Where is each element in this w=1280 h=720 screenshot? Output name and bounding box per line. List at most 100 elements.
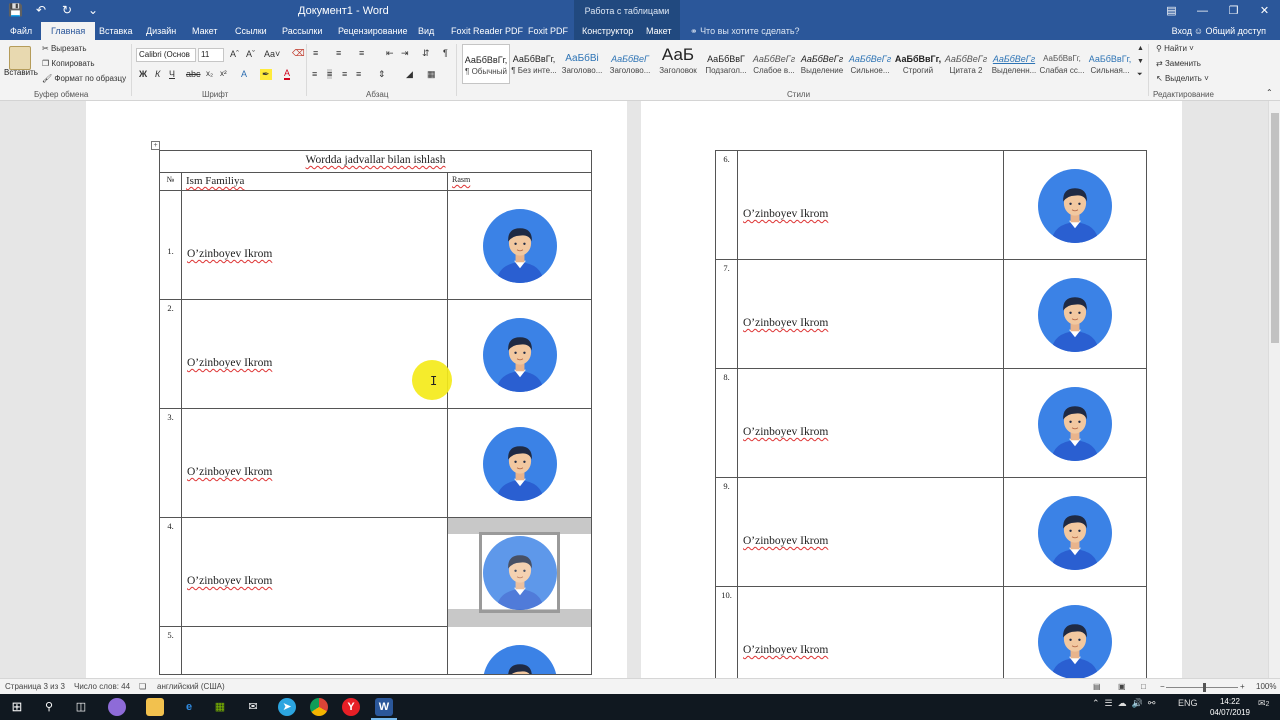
tab-table-layout[interactable]: Макет bbox=[634, 22, 680, 40]
name-cell[interactable]: O’zinboyev Ikrom bbox=[181, 299, 448, 409]
file-explorer-icon[interactable] bbox=[146, 698, 164, 716]
borders-icon[interactable]: ▦ bbox=[427, 69, 436, 80]
vertical-scrollbar[interactable] bbox=[1268, 101, 1280, 678]
font-size-select[interactable]: 11 bbox=[198, 48, 224, 62]
name-cell[interactable]: O’zinboyev Ikrom bbox=[737, 368, 1004, 478]
name-cell[interactable]: O’zinboyev Ikrom bbox=[181, 408, 448, 518]
style-option[interactable]: АаБбВеГг Цитата 2 bbox=[942, 44, 990, 84]
avatar-picture[interactable] bbox=[1038, 278, 1112, 352]
bullets-icon[interactable]: ≡ bbox=[313, 48, 318, 58]
style-option[interactable]: АаБбВеГ Заголово... bbox=[606, 44, 654, 84]
style-option[interactable]: АаБбВі Заголово... bbox=[558, 44, 606, 84]
chrome-icon[interactable] bbox=[310, 698, 328, 716]
row-number-cell[interactable]: 3. bbox=[159, 408, 182, 518]
tab-file[interactable]: Файл bbox=[10, 22, 32, 40]
justify-icon[interactable]: ≡ bbox=[356, 69, 361, 79]
app-icon[interactable] bbox=[108, 698, 126, 716]
redo-icon[interactable]: ↻ bbox=[60, 3, 74, 17]
avatar-picture[interactable] bbox=[1038, 496, 1112, 570]
select-button[interactable]: ↖ Выделить ˅ bbox=[1156, 74, 1209, 83]
style-option[interactable]: АаБбВвГ Подзагол... bbox=[702, 44, 750, 84]
photo-cell[interactable] bbox=[1003, 477, 1147, 587]
header-name[interactable]: Ism Familiya bbox=[181, 172, 448, 191]
text-effects-icon[interactable]: A bbox=[241, 69, 247, 79]
photo-cell[interactable] bbox=[1003, 259, 1147, 369]
photo-cell[interactable] bbox=[446, 190, 593, 300]
tab-mailings[interactable]: Рассылки bbox=[282, 22, 322, 40]
zoom-out-icon[interactable]: − bbox=[1160, 682, 1165, 691]
style-option[interactable]: АаБбВвГг, Строгий bbox=[894, 44, 942, 84]
paste-icon[interactable] bbox=[9, 46, 31, 70]
store-icon[interactable]: ▦ bbox=[211, 698, 229, 716]
table-move-handle-icon[interactable]: + bbox=[151, 141, 160, 150]
subscript-icon[interactable]: x₂ bbox=[206, 69, 213, 78]
close-button[interactable]: ✕ bbox=[1249, 0, 1280, 22]
name-cell[interactable]: O’zinboyev Ikrom bbox=[737, 259, 1004, 369]
avatar-picture[interactable] bbox=[483, 645, 557, 674]
sort-icon[interactable]: ⇵ bbox=[422, 48, 430, 59]
avatar-picture[interactable] bbox=[483, 209, 557, 283]
tab-insert[interactable]: Вставка bbox=[99, 22, 132, 40]
increase-indent-icon[interactable]: ⇥ bbox=[401, 48, 409, 59]
edge-icon[interactable]: e bbox=[180, 698, 198, 716]
sign-in-link[interactable]: Вход bbox=[1172, 22, 1192, 40]
superscript-icon[interactable]: x² bbox=[220, 69, 227, 78]
system-tray-icons[interactable]: ⌃ ☰ ☁ 🔊 ⚯ bbox=[1092, 698, 1155, 709]
row-number-cell[interactable]: 10. bbox=[715, 586, 738, 678]
share-button[interactable]: ☺ Общий доступ bbox=[1194, 22, 1266, 40]
style-option[interactable]: АаБбВвГг, ¶ Обычный bbox=[462, 44, 510, 84]
tab-table-design[interactable]: Конструктор bbox=[574, 22, 634, 40]
font-color-icon[interactable]: A bbox=[284, 69, 291, 80]
minimize-button[interactable]: — bbox=[1187, 0, 1218, 22]
word-count[interactable]: Число слов: 44 bbox=[74, 682, 130, 691]
copy-button[interactable]: ❐ Копировать bbox=[42, 59, 94, 68]
mail-icon[interactable]: ✉ bbox=[244, 698, 262, 716]
row-number-cell[interactable]: 9. bbox=[715, 477, 738, 587]
name-cell[interactable]: O’zinboyev Ikrom bbox=[737, 586, 1004, 678]
cut-button[interactable]: ✂ Вырезать bbox=[42, 44, 87, 53]
photo-cell[interactable] bbox=[446, 408, 593, 518]
bold-icon[interactable]: Ж bbox=[139, 69, 147, 79]
change-case-icon[interactable]: Aa˅ bbox=[264, 49, 280, 59]
style-option[interactable]: АаБбВеГг Сильное... bbox=[846, 44, 894, 84]
windows-start-icon[interactable]: ⊞ bbox=[8, 698, 26, 716]
name-cell[interactable] bbox=[181, 626, 448, 675]
row-number-cell[interactable]: 7. bbox=[715, 259, 738, 369]
clear-formatting-icon[interactable]: ⌫ bbox=[292, 48, 305, 59]
page-count[interactable]: Страница 3 из 3 bbox=[5, 682, 65, 691]
font-name-select[interactable]: Calibri (Основ bbox=[136, 48, 196, 62]
search-icon[interactable]: ⚲ bbox=[40, 698, 58, 716]
photo-cell[interactable] bbox=[1003, 368, 1147, 478]
photo-cell[interactable] bbox=[446, 299, 593, 409]
style-option[interactable]: АаБбВвГг, ¶ Без инте... bbox=[510, 44, 558, 84]
name-cell[interactable]: O’zinboyev Ikrom bbox=[181, 517, 448, 627]
find-button[interactable]: ⚲ Найти ˅ bbox=[1156, 44, 1194, 53]
photo-cell[interactable] bbox=[1003, 150, 1147, 260]
style-option[interactable]: АаБбВеГг Слабое в... bbox=[750, 44, 798, 84]
avatar-picture[interactable] bbox=[1038, 605, 1112, 678]
tab-layout[interactable]: Макет bbox=[192, 22, 217, 40]
row-number-cell[interactable]: 4. bbox=[159, 517, 182, 627]
header-num[interactable]: № bbox=[159, 172, 182, 191]
web-layout-icon[interactable]: □ bbox=[1141, 682, 1146, 691]
avatar-picture[interactable] bbox=[483, 536, 557, 610]
collapse-ribbon-icon[interactable]: ⌃ bbox=[1266, 88, 1273, 97]
format-painter-button[interactable]: 🖌 Формат по образцу bbox=[42, 74, 126, 83]
tab-foxit-reader[interactable]: Foxit Reader PDF bbox=[451, 22, 523, 40]
row-number-cell[interactable]: 2. bbox=[159, 299, 182, 409]
read-mode-icon[interactable]: ▤ bbox=[1093, 682, 1101, 691]
pilcrow-icon[interactable]: ¶ bbox=[443, 48, 448, 58]
style-option[interactable]: АаБбВвГг, Сильная... bbox=[1086, 44, 1134, 84]
align-left-icon[interactable]: ≡ bbox=[312, 69, 317, 79]
gallery-scroll-down-icon[interactable]: ▼ bbox=[1137, 58, 1144, 65]
word-app-icon[interactable]: W bbox=[375, 698, 393, 716]
system-clock[interactable]: 14:22 04/07/2019 bbox=[1210, 696, 1250, 718]
tell-me-search[interactable]: ⚭ Что вы хотите сделать? bbox=[690, 22, 800, 40]
ribbon-display-options-icon[interactable]: ▤ bbox=[1156, 0, 1187, 22]
row-number-cell[interactable]: 8. bbox=[715, 368, 738, 478]
decrease-indent-icon[interactable]: ⇤ bbox=[386, 48, 394, 59]
highlight-icon[interactable]: ✒ bbox=[260, 69, 272, 80]
tab-view[interactable]: Вид bbox=[418, 22, 434, 40]
avatar-picture[interactable] bbox=[483, 318, 557, 392]
undo-icon[interactable]: ↶ bbox=[34, 3, 48, 17]
